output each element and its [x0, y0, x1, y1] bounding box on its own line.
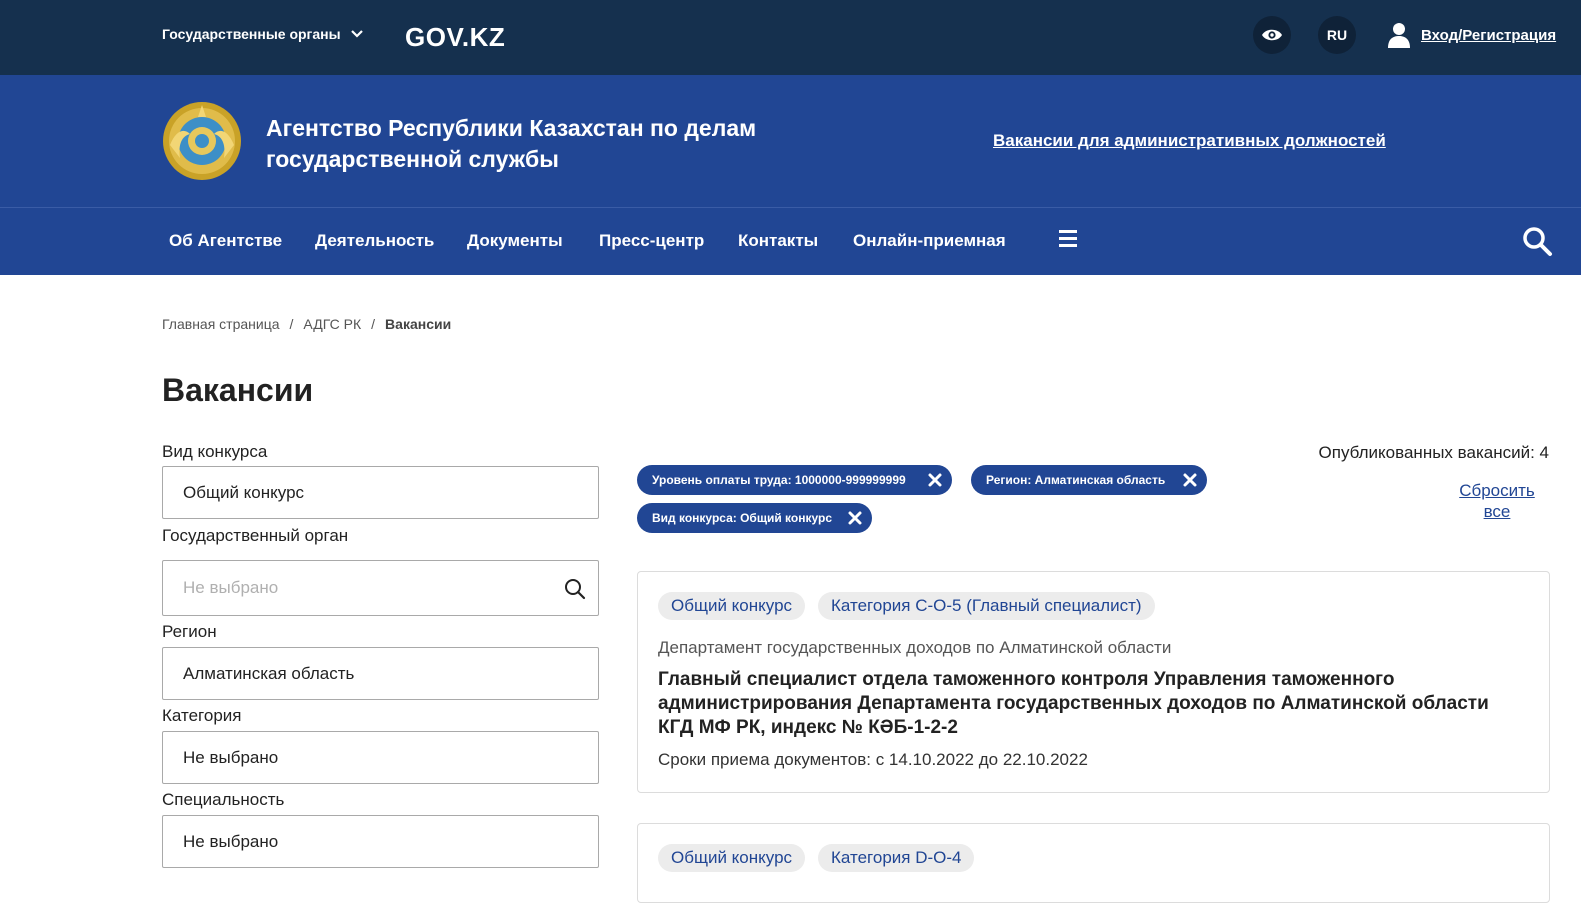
competition-type-select[interactable]: Общий конкурс — [162, 466, 599, 519]
gov-body-search-input[interactable]: Не выбрано — [162, 560, 599, 616]
search-icon[interactable] — [1521, 225, 1553, 257]
competition-type-label: Вид конкурса — [162, 442, 268, 461]
published-vacancies-count: Опубликованных вакансий: 4 — [1318, 443, 1549, 462]
search-icon[interactable] — [564, 578, 586, 600]
login-link[interactable]: Вход/Регистрация — [1421, 27, 1556, 44]
main-nav: Об Агентстве Деятельность Документы Прес… — [0, 207, 1581, 275]
vacancy-tag: Общий конкурс — [658, 592, 806, 620]
filter-chip-salary: Уровень оплаты труда: 1000000-999999999 — [637, 465, 952, 495]
vacancy-tag: Категория D-O-4 — [818, 844, 975, 872]
language-button[interactable]: RU — [1318, 16, 1356, 54]
gov-body-label: Государственный орган — [162, 526, 349, 545]
vacancy-card[interactable]: Общий конкурс Категория D-O-4 — [637, 823, 1550, 903]
specialty-select[interactable]: Не выбрано — [162, 815, 599, 868]
breadcrumb-agency[interactable]: АДГС РК — [303, 316, 361, 332]
region-value: Алматинская область — [183, 663, 355, 683]
filter-chip-competition-type: Вид конкурса: Общий конкурс — [637, 503, 872, 533]
breadcrumb-separator: / — [289, 316, 294, 332]
specialty-value: Не выбрано — [183, 831, 279, 851]
agency-title[interactable]: Агентство Республики Казахстан по делам … — [266, 113, 826, 175]
nav-item-documents[interactable]: Документы — [467, 231, 563, 251]
nav-item-online-reception[interactable]: Онлайн-приемная — [853, 231, 1006, 251]
category-select[interactable]: Не выбрано — [162, 731, 599, 784]
breadcrumb-home[interactable]: Главная страница — [162, 316, 280, 332]
vacancy-dates: Сроки приема документов: с 14.10.2022 до… — [658, 750, 1088, 769]
user-icon[interactable] — [1387, 22, 1411, 48]
chevron-down-icon — [350, 30, 363, 38]
filter-chip-label: Вид конкурса: Общий конкурс — [652, 511, 833, 525]
nav-item-about[interactable]: Об Агентстве — [169, 231, 282, 251]
gov-kz-logo[interactable]: GOV.KZ — [405, 22, 505, 53]
breadcrumb-separator: / — [371, 316, 376, 332]
nav-item-contacts[interactable]: Контакты — [738, 231, 818, 251]
breadcrumb: Главная страница / АДГС РК / Вакансии — [162, 316, 451, 332]
breadcrumb-current: Вакансии — [385, 316, 452, 332]
gov-organs-label: Государственные органы — [162, 26, 341, 42]
menu-icon[interactable] — [1059, 230, 1077, 250]
top-bar: Государственные органы GOV.KZ RU Вход/Ре… — [0, 0, 1581, 75]
region-select[interactable]: Алматинская область — [162, 647, 599, 700]
vacancy-tag: Общий конкурс — [658, 844, 806, 872]
gov-organs-dropdown[interactable]: Государственные органы — [162, 26, 365, 42]
vacancy-department: Департамент государственных доходов по А… — [658, 638, 1172, 657]
filter-chip-region: Регион: Алматинская область — [971, 465, 1207, 495]
close-icon[interactable] — [1182, 472, 1198, 488]
close-icon[interactable] — [927, 472, 943, 488]
region-label: Регион — [162, 622, 217, 641]
accessibility-button[interactable] — [1253, 16, 1291, 54]
nav-item-press-center[interactable]: Пресс-центр — [599, 231, 704, 251]
nav-item-activity[interactable]: Деятельность — [315, 231, 434, 251]
category-value: Не выбрано — [183, 747, 279, 767]
specialty-label: Специальность — [162, 790, 285, 809]
emblem-logo[interactable] — [162, 100, 242, 182]
reset-all-link[interactable]: Сбросить все — [1453, 480, 1541, 522]
category-label: Категория — [162, 706, 242, 725]
page-title: Вакансии — [162, 372, 314, 408]
filter-chip-label: Регион: Алматинская область — [986, 473, 1166, 487]
admin-vacancies-link[interactable]: Вакансии для административных должностей — [993, 131, 1386, 151]
vacancy-tag: Категория C-O-5 (Главный специалист) — [818, 592, 1155, 620]
vacancy-title[interactable]: Главный специалист отдела таможенного ко… — [658, 668, 1518, 740]
competition-type-value: Общий конкурс — [183, 482, 305, 502]
filter-chip-label: Уровень оплаты труда: 1000000-999999999 — [652, 473, 906, 487]
gov-body-placeholder: Не выбрано — [183, 578, 279, 597]
eye-icon — [1262, 29, 1282, 41]
vacancy-card[interactable]: Общий конкурс Категория C-O-5 (Главный с… — [637, 571, 1550, 793]
close-icon[interactable] — [847, 510, 863, 526]
